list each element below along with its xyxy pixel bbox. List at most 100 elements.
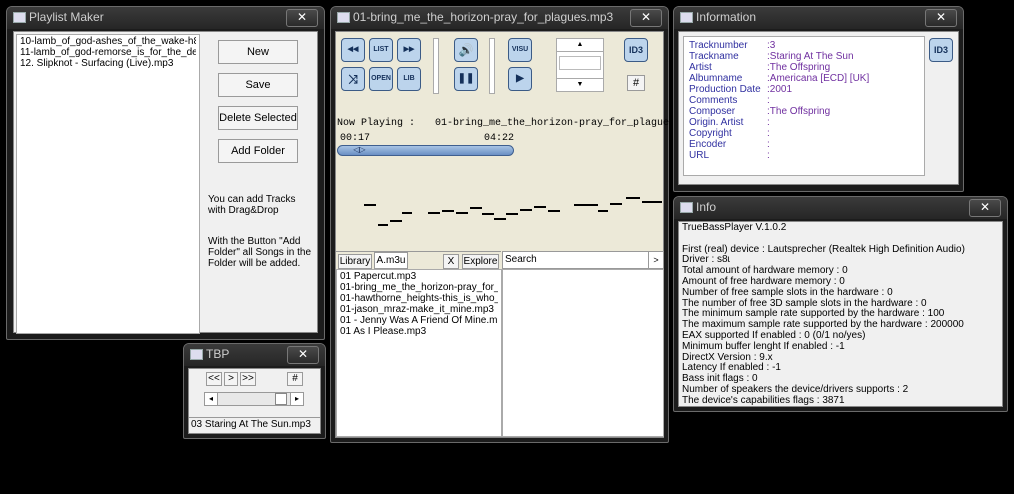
play-button[interactable]: > [224,372,238,386]
tag-field-key: Composer [689,106,736,117]
scroll-down-arrow-icon[interactable]: ▼ [557,78,603,91]
fast-forward-button[interactable]: ▶▶ [397,38,421,62]
info-client: TrueBassPlayer V.1.0.2 First (real) devic… [678,221,1003,407]
close-button[interactable]: ✕ [630,9,662,27]
help-text-dragdrop: You can add Tracks with Drag&Drop [208,194,296,216]
open-button[interactable]: OPEN [369,67,393,91]
tab-explore[interactable]: Explore [462,254,499,269]
tag-field-key: Tracknumber [689,40,748,51]
search-input[interactable]: Search [505,254,537,265]
window-title: Playlist Maker [29,10,104,24]
visu-button[interactable]: VISU [508,38,532,62]
play-button[interactable]: ▶ [508,67,532,91]
library-tabs: Library A.m3u X Explore [336,251,501,270]
volume-scroll[interactable]: ▲ ▼ [556,38,604,92]
info-line: Minimum buffer lenght If enabled : -1 [682,340,845,352]
tag-field-value: : [767,150,770,161]
scroll-thumb[interactable] [275,393,287,405]
player-titlebar[interactable]: 01-bring_me_the_horizon-pray_for_plagues… [331,7,668,29]
playlist-list[interactable]: 10-lamb_of_god-ashes_of_the_wake-h8me...… [16,34,200,334]
list-item[interactable]: 10-lamb_of_god-ashes_of_the_wake-h8me...… [20,36,196,47]
app-icon [13,12,26,23]
tag-field-value: :The Offspring [767,106,831,117]
now-playing-track: 01-bring_me_the_horizon-pray_for_plagues [435,118,676,129]
search-results[interactable] [502,269,664,437]
hash-button[interactable]: # [287,372,303,386]
playlist-maker-window: Playlist Maker ✕ 10-lamb_of_god-ashes_of… [6,6,325,340]
volume-button[interactable]: 🔊 [454,38,478,62]
list-item[interactable]: 01 - Jenny Was A Friend Of Mine.mp3 [340,315,498,326]
info-line [682,234,999,245]
list-button[interactable]: LIST [369,38,393,62]
seek-scrollbar[interactable]: ◂ ▸ [204,392,304,406]
tag-field-key: Comments [689,95,738,106]
tag-field-value: : [767,117,770,128]
scroll-right-arrow-icon[interactable]: ▸ [290,393,303,405]
tag-field-key: Origin. Artist [689,117,744,128]
time-elapsed: 00:17 [340,133,371,144]
list-item[interactable]: 01 Papercut.mp3 [340,271,498,282]
time-total: 04:22 [484,133,515,144]
previous-button[interactable]: << [206,372,222,386]
close-tab-button[interactable]: X [443,254,459,269]
tag-field-row: Copyright: [689,128,919,139]
app-icon [190,349,203,360]
tag-field-row: Tracknumber :3 [689,40,919,51]
tag-field-value: :Americana [ECD] [UK] [767,73,870,84]
tbp-window: TBP ✕ << > >> # ◂ ▸ 03 Staring At The Su… [183,343,326,439]
search-box[interactable]: Search > [502,251,664,269]
tag-field-key: Trackname [689,51,739,62]
window-title: 01-bring_me_the_horizon-pray_for_plagues… [353,10,614,24]
list-item[interactable]: 01-hawthorne_heights-this_is_who_w... [340,293,498,304]
list-item[interactable]: 01-jason_mraz-make_it_mine.mp3 [340,304,498,315]
list-item[interactable]: 01-bring_me_the_horizon-pray_for_pla... [340,282,498,293]
close-button[interactable]: ✕ [925,9,957,27]
shuffle-button[interactable]: ⤨ [341,67,365,91]
pause-button[interactable]: ❚❚ [454,67,478,91]
lib-button[interactable]: LIB [397,67,421,91]
search-go-icon[interactable]: > [648,252,663,268]
close-button[interactable]: ✕ [286,9,318,27]
rewind-button[interactable]: ◀◀ [341,38,365,62]
add-folder-button[interactable]: Add Folder [218,139,298,163]
list-item[interactable]: 11-lamb_of_god-remorse_is_for_the_dead-h… [20,47,196,58]
delete-selected-button[interactable]: Delete Selected [218,106,298,130]
app-icon [680,12,693,23]
close-button[interactable]: ✕ [969,199,1001,217]
id3-button[interactable]: ID3 [929,38,953,62]
window-title: TBP [206,347,230,361]
list-item[interactable]: 01 As I Please.mp3 [340,326,498,337]
app-icon [337,12,350,23]
information-titlebar[interactable]: Information [674,7,963,29]
tag-field-key: Production Date [689,84,761,95]
tag-field-row: Production Date :2001 [689,84,919,95]
tag-field-value: : [767,139,770,150]
playlist-maker-titlebar[interactable]: Playlist Maker [7,7,324,29]
file-list[interactable]: 01 Papercut.mp3 01-bring_me_the_horizon-… [336,269,502,437]
tag-field-row: Artist:The Offspring [689,62,919,73]
tag-field-row: Comments: [689,95,919,106]
window-title: Information [696,10,757,24]
list-item[interactable]: 12. Slipknot - Surfacing (Live).mp3 [20,58,196,69]
scroll-left-arrow-icon[interactable]: ◂ [205,393,218,405]
scroll-up-arrow-icon[interactable]: ▲ [557,39,603,52]
tag-field-value: :3 [767,40,776,51]
tab-am3u[interactable]: A.m3u [374,252,408,269]
close-button[interactable]: ✕ [287,346,319,364]
next-button[interactable]: >> [240,372,256,386]
scroll-thumb[interactable] [559,56,601,70]
tag-field-value: :2001 [767,84,793,95]
new-button[interactable]: New [218,40,298,64]
progress-thumb[interactable]: ◁▷ [350,146,368,155]
tab-library[interactable]: Library [338,254,372,269]
now-playing-label: Now Playing : [337,118,416,129]
save-button[interactable]: Save [218,73,298,97]
tbp-client: << > >> # ◂ ▸ 03 Staring At The Sun.mp3 [188,368,321,434]
id3-button[interactable]: ID3 [624,38,648,62]
info-titlebar[interactable]: Info [674,197,1007,219]
help-text-add-folder: With the Button "Add Folder" all Songs i… [208,236,312,269]
tag-field-row: Composer :The Offspring [689,106,919,117]
information-window: Information ✕ Tracknumber:3 Trackname:Sta… [673,6,964,192]
progress-bar[interactable]: ◁▷ [337,145,514,156]
hash-button[interactable]: # [627,75,645,91]
